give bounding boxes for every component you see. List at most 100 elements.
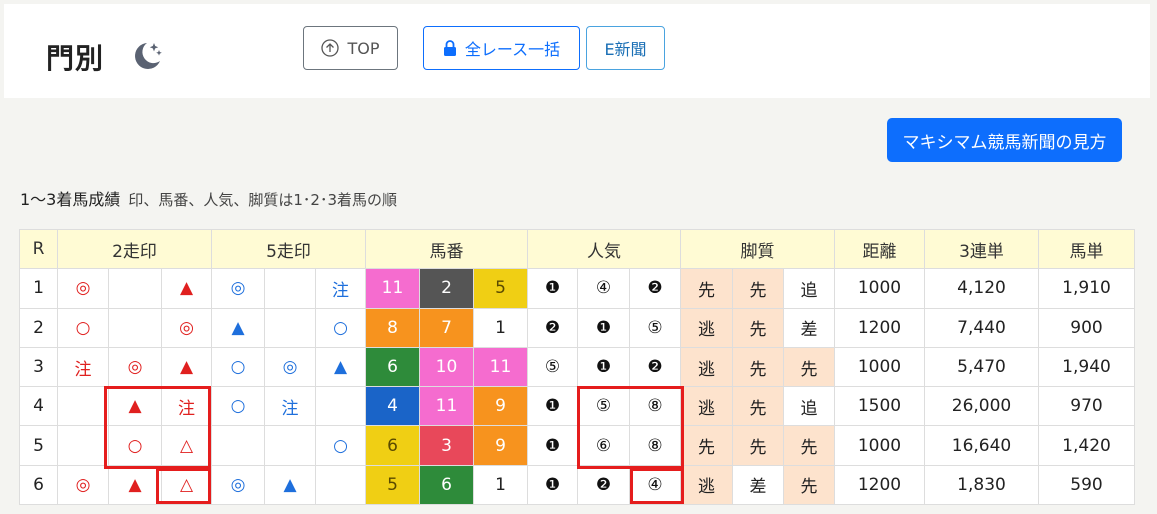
ninki-cell: ④ [577, 268, 630, 309]
umaban-cell: 5 [365, 464, 420, 506]
umaban-cell: 7 [419, 307, 474, 348]
umaban-cell: 10 [419, 346, 474, 388]
mark5-cell: ○ [211, 346, 265, 388]
sanrentan-cell: 4,120 [924, 268, 1039, 309]
table-row: 3 注 ◎ ▲ ○ ◎ ▲ 6 10 11 ⑤ ❶ ❷ 逃先先 1000 5,470 1,940 [19, 346, 1135, 388]
table-row: 5 ○ △ ○ 6 3 9 ❶ ⑥ ⑧ 先先先 1000 16,640 1,420 [19, 425, 1135, 466]
mark2-cell: ▲ [108, 386, 162, 427]
header-mark2: 2走印 [57, 228, 212, 270]
style-cell: 差 [732, 464, 784, 506]
moon-stars-icon[interactable] [130, 39, 164, 73]
mark2-cell: ▲ [161, 268, 212, 309]
header-r: R [19, 228, 58, 270]
sanrentan-cell: 5,470 [924, 346, 1039, 388]
table-header-row: R 2走印 5走印 馬番 人気 脚質 距離 3連単 馬単 [19, 228, 1135, 270]
race-number-cell: 1 [19, 268, 58, 309]
table-row: 1 ◎ ▲ ◎ 注 11 2 5 ❶ ④ ❷ 先先追 1000 4,120 1,910 [19, 268, 1135, 309]
enewspaper-button[interactable]: E新聞 [586, 26, 665, 70]
style-cell: 先 [732, 386, 784, 427]
umaban-cell: 3 [419, 425, 474, 466]
ninki-cell: ⑥ [577, 425, 630, 466]
style-cell: 先 [732, 346, 784, 388]
mark5-cell [211, 425, 265, 466]
ninki-cell: ❷ [629, 268, 681, 309]
results-table: R 2走印 5走印 馬番 人気 脚質 距離 3連単 馬単 1 ◎ ▲ ◎ 注 11 2 5 ❶ ④… [19, 228, 1135, 506]
mark2-cell: ◎ [161, 307, 212, 348]
sanrentan-cell: 1,830 [924, 464, 1039, 506]
style-cell: 追 [783, 268, 835, 309]
race-number-cell: 5 [19, 425, 58, 466]
ninki-cell: ❶ [577, 346, 630, 388]
table-row: 6 ◎ ▲ △ ◎ ▲ 5 6 1 ❶ ❷ ④ 逃差先 1200 1,830 590 [19, 464, 1135, 506]
mark2-cell [57, 425, 109, 466]
guide-button[interactable]: マキシマム競馬新聞の見方 [887, 118, 1122, 162]
mark5-cell: ◎ [211, 464, 265, 506]
caption-main: 1〜3着馬成績 [20, 190, 121, 209]
umatan-cell: 970 [1038, 386, 1135, 427]
mark5-cell [315, 464, 366, 506]
header-ninki: 人気 [527, 228, 681, 270]
ninki-cell: ❶ [527, 425, 578, 466]
all-races-button-label: 全レース一括 [464, 40, 561, 59]
mark5-cell [264, 425, 316, 466]
distance-cell: 1000 [834, 346, 925, 388]
mark5-cell [264, 268, 316, 309]
umaban-cell: 6 [365, 346, 420, 388]
mark5-cell: ◎ [211, 268, 265, 309]
caption-sub: 印、馬番、人気、脚質は1･2･3着馬の順 [128, 191, 398, 209]
style-cell: 先 [783, 346, 835, 388]
style-cell: 先 [783, 425, 835, 466]
mark2-cell: 注 [161, 386, 212, 427]
header-mark5: 5走印 [211, 228, 366, 270]
mark5-cell: 注 [264, 386, 316, 427]
mark2-cell: ◎ [57, 268, 109, 309]
mark5-cell [315, 386, 366, 427]
mark5-cell: ○ [211, 386, 265, 427]
mark2-cell: 注 [57, 346, 109, 388]
mark2-cell [108, 268, 162, 309]
umaban-cell: 9 [473, 425, 528, 466]
sanrentan-cell: 7,440 [924, 307, 1039, 348]
umatan-cell: 1,910 [1038, 268, 1135, 309]
style-cell: 追 [783, 386, 835, 427]
umaban-cell: 2 [419, 268, 474, 309]
umaban-cell: 5 [473, 268, 528, 309]
mark2-cell: △ [161, 425, 212, 466]
table-row: 2 ○ ◎ ▲ ○ 8 7 1 ❷ ❶ ⑤ 逃先差 1200 7,440 900 [19, 307, 1135, 348]
mark2-cell: ○ [57, 307, 109, 348]
race-number-cell: 4 [19, 386, 58, 427]
header-kyori: 距離 [834, 228, 925, 270]
all-races-button[interactable]: 全レース一括 [423, 26, 580, 70]
mark2-cell: ▲ [161, 346, 212, 388]
umaban-cell: 9 [473, 386, 528, 427]
mark5-cell: ○ [315, 425, 366, 466]
umatan-cell: 900 [1038, 307, 1135, 348]
style-cell: 先 [680, 268, 733, 309]
umaban-cell: 11 [365, 268, 420, 309]
race-number-cell: 2 [19, 307, 58, 348]
style-cell: 先 [732, 425, 784, 466]
mark5-cell: ▲ [264, 464, 316, 506]
mark2-cell: △ [161, 464, 212, 506]
ninki-cell: ❶ [527, 386, 578, 427]
umaban-cell: 6 [365, 425, 420, 466]
umaban-cell: 1 [473, 464, 528, 506]
mark2-cell: ◎ [57, 464, 109, 506]
ninki-cell: ⑤ [629, 307, 681, 348]
distance-cell: 1200 [834, 307, 925, 348]
distance-cell: 1000 [834, 425, 925, 466]
ninki-cell: ❶ [577, 307, 630, 348]
distance-cell: 1200 [834, 464, 925, 506]
umaban-cell: 11 [473, 346, 528, 388]
ninki-cell: ❶ [527, 268, 578, 309]
ninki-cell: ❷ [629, 346, 681, 388]
mark5-cell: ▲ [211, 307, 265, 348]
umaban-cell: 8 [365, 307, 420, 348]
mark2-cell [57, 386, 109, 427]
top-button[interactable]: TOP [303, 26, 398, 70]
distance-cell: 1000 [834, 268, 925, 309]
umatan-cell: 1,420 [1038, 425, 1135, 466]
page-title: 門別 [46, 42, 105, 75]
sanrentan-cell: 26,000 [924, 386, 1039, 427]
header-kyakushitsu: 脚質 [680, 228, 835, 270]
